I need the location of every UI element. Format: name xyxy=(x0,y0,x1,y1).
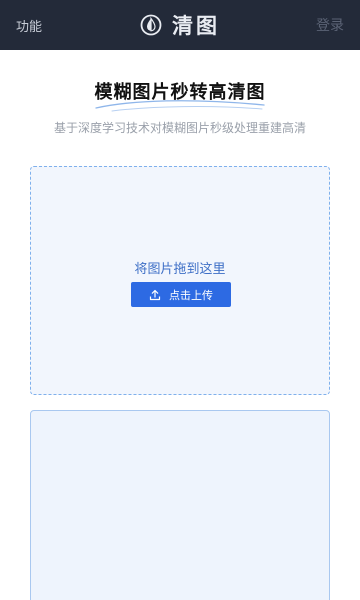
result-preview-panel xyxy=(30,410,330,600)
drop-hint: 将图片拖到这里 xyxy=(134,262,226,277)
upload-icon xyxy=(149,289,161,300)
upload-button-label: 点击上传 xyxy=(169,288,213,302)
upload-drop-zone[interactable]: 将图片拖到这里 点击上传 xyxy=(30,166,330,395)
brand-name: 清图 xyxy=(172,13,220,38)
hero-subtitle: 基于深度学习技术对模糊图片秒级处理重建高清 xyxy=(53,121,306,135)
login-link[interactable]: 登录 xyxy=(316,15,344,35)
title-underline-swoosh xyxy=(95,100,265,112)
top-bar: 功能 清图 登录 xyxy=(0,0,360,50)
contrast-drop-icon xyxy=(140,14,162,36)
upload-button[interactable]: 点击上传 xyxy=(131,282,231,307)
menu-link[interactable]: 功能 xyxy=(16,16,42,35)
brand-logo[interactable]: 清图 xyxy=(140,0,220,50)
